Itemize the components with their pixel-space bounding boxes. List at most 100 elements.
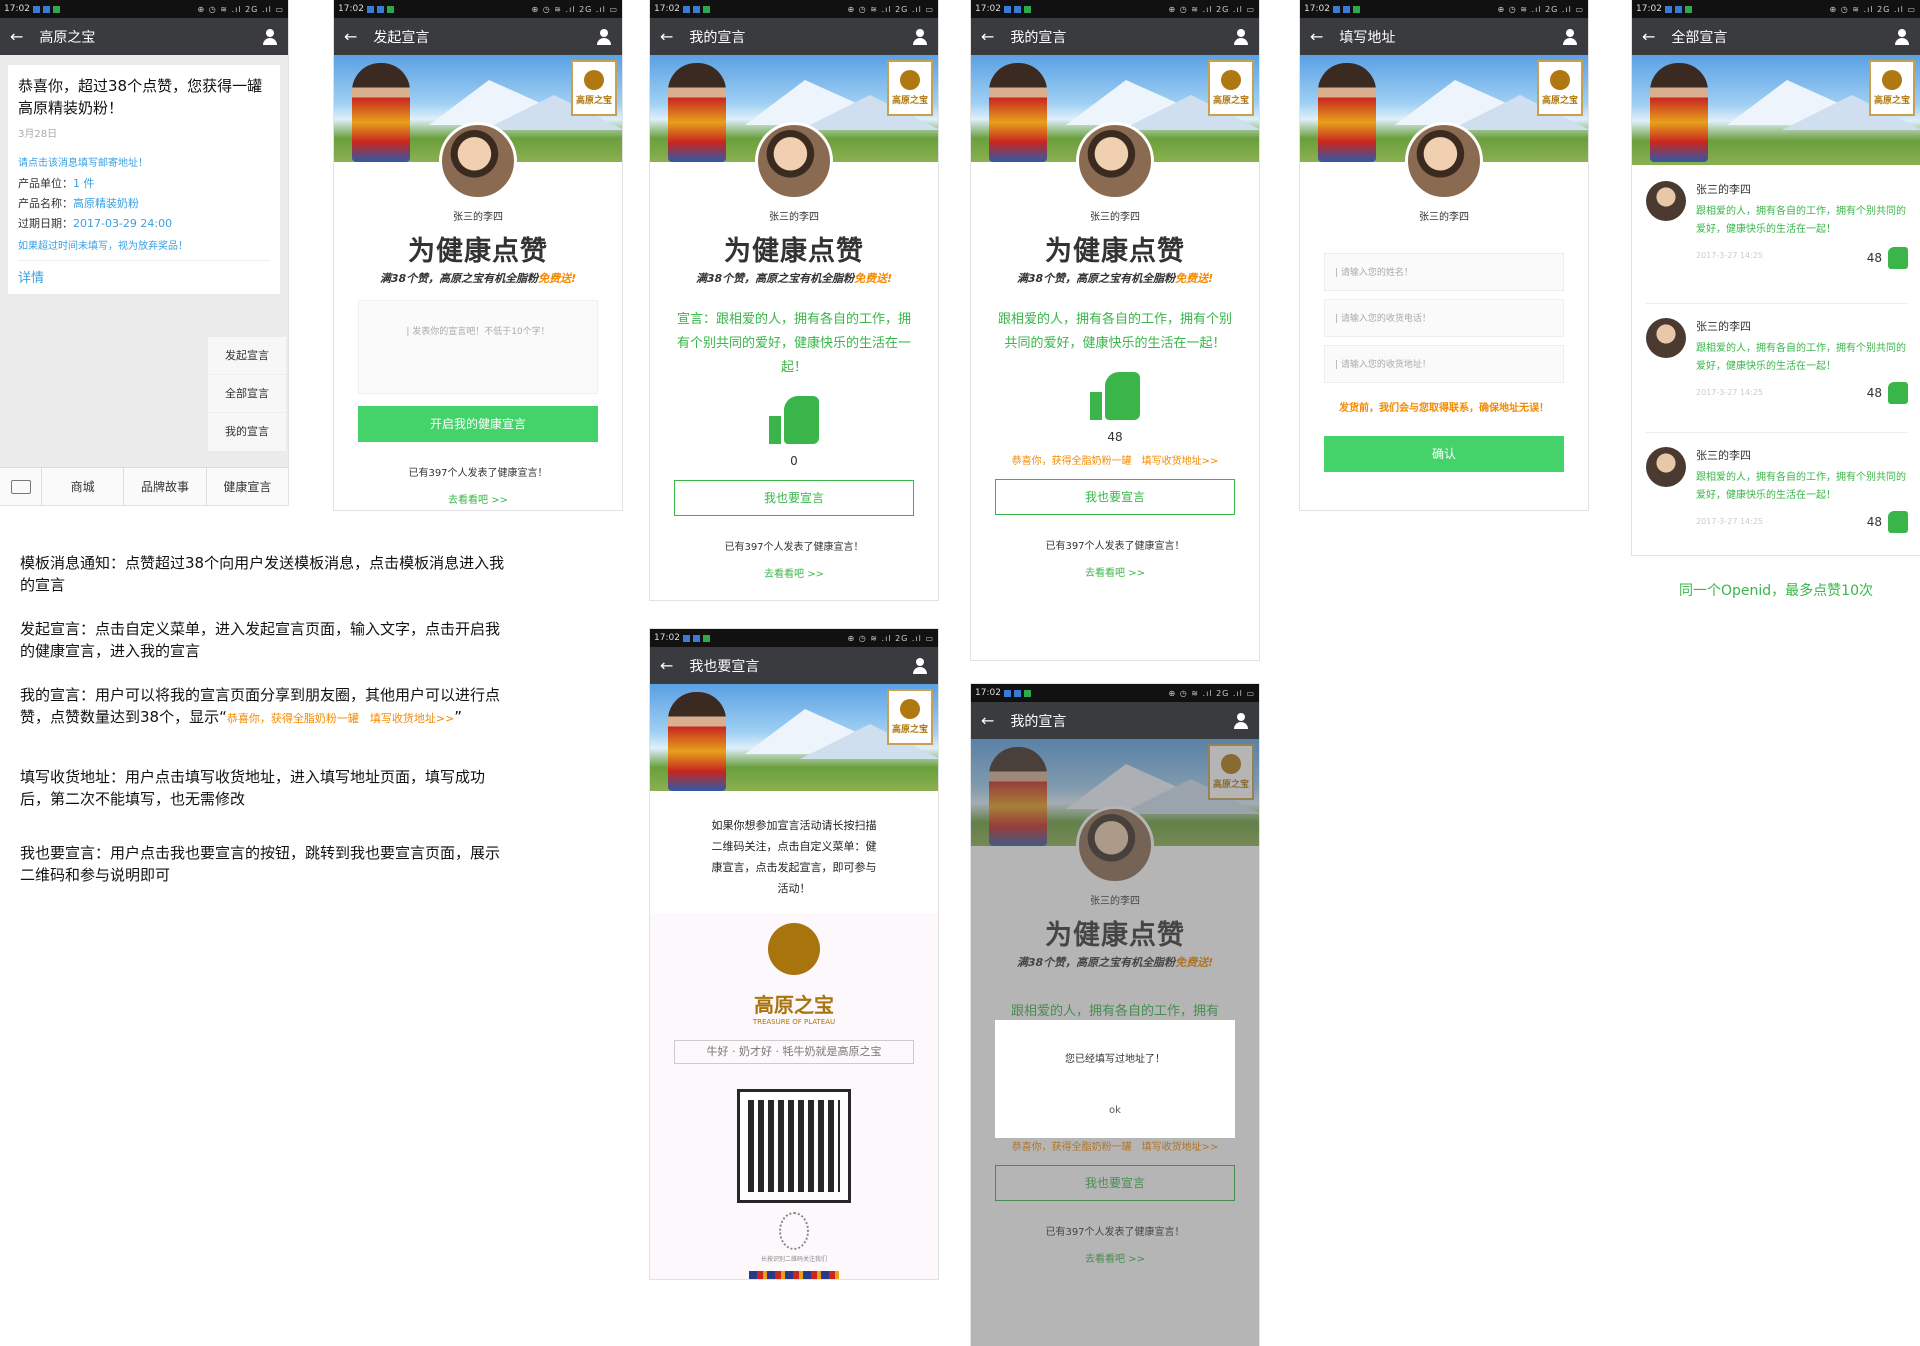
thumbs-up-icon[interactable] (1888, 511, 1908, 533)
user-icon[interactable] (912, 657, 928, 674)
page-title: 我也要宣言 (689, 658, 760, 675)
screen-my-declaration-dialog: 17:02 ⊕ ◷ ≋ .ıl 2G .ıl ▭ ← 我的宣言 高原之宝 张三的… (970, 683, 1260, 1346)
declaration-text: 宣言：跟相爱的人，拥有各自的工作，拥有个别共同的爱好，健康快乐的生活在一起！ (676, 312, 911, 375)
user-icon[interactable] (1894, 28, 1910, 45)
page-title: 填写地址 (1339, 29, 1396, 46)
user-icon[interactable] (1562, 28, 1578, 45)
user-icon[interactable] (1233, 712, 1249, 729)
name-input[interactable]: | 请输入您的姓名！ (1324, 253, 1564, 291)
fingerprint-icon (779, 1212, 809, 1250)
status-icons: ⊕ ◷ ≋ .ıl 2G .ıl ▭ (197, 4, 284, 14)
brand-logo: 高原之宝 (1537, 60, 1583, 116)
back-icon[interactable]: ← (660, 27, 673, 46)
me-too-button[interactable]: 我也要宣言 (674, 480, 914, 516)
status-time: 17:02 (654, 4, 680, 14)
item-like-count: 48 (1866, 386, 1882, 400)
detail-link[interactable]: 详情 (18, 271, 44, 286)
status-icons: ⊕ ◷ ≋ .ıl 2G .ıl ▭ (1168, 4, 1255, 14)
logo-text: 高原之宝 (891, 725, 928, 735)
list-item: 张三的李四 跟相爱的人，拥有各自的工作，拥有个别共同的爱好，健康快乐的生活在一起… (1646, 433, 1908, 555)
page-title: 发起宣言 (373, 29, 430, 46)
logo-text: 高原之宝 (1541, 96, 1578, 106)
screen-start-declaration: 17:02 ⊕ ◷ ≋ .ıl 2G .ıl ▭ ← 发起宣言 高原之宝 张三的… (333, 0, 623, 511)
declaration-placeholder: | 发表你的宣言吧！不低于10个字！ (406, 327, 550, 337)
qr-code[interactable] (737, 1089, 851, 1203)
message-card[interactable]: 恭喜你，超过38个点赞，您获得一罐高原精装奶粉！ 3月28日 请点击该消息填写邮… (8, 65, 280, 294)
submenu-item-start[interactable]: 发起宣言 (208, 337, 286, 375)
status-icons: ⊕ ◷ ≋ .ıl 2G .ıl ▭ (847, 4, 934, 14)
thumbs-up-icon[interactable] (1888, 247, 1908, 269)
confirm-button[interactable]: 确认 (1324, 436, 1564, 472)
status-bar: 17:02 ⊕ ◷ ≋ .ıl 2G .ıl ▭ (1632, 0, 1920, 18)
item-like[interactable]: 48 (1867, 247, 1908, 269)
sub-slogan: 满38个赞，高原之宝有机全脂粉免费送! (334, 270, 622, 286)
user-icon[interactable] (262, 28, 278, 45)
status-time: 17:02 (654, 633, 680, 643)
sub-slogan-free: 免费送! (1175, 272, 1214, 285)
back-icon[interactable]: ← (1310, 27, 1323, 46)
congrats-row: 恭喜你，获得全脂奶粉一罐 填写收货地址>> (971, 452, 1259, 467)
user-icon[interactable] (596, 28, 612, 45)
bottom-menu: 商城 品牌故事 健康宣言 (0, 467, 288, 505)
back-icon[interactable]: ← (344, 27, 357, 46)
fill-address-link[interactable]: 填写收货地址>> (1142, 456, 1219, 467)
item-like[interactable]: 48 (1867, 382, 1908, 404)
user-icon[interactable] (1233, 28, 1249, 45)
thumbs-up-icon[interactable] (1888, 382, 1908, 404)
look-link[interactable]: 去看看吧 >> (650, 565, 938, 580)
back-icon[interactable]: ← (1642, 27, 1655, 46)
page-title: 我的宣言 (1010, 29, 1067, 46)
unit-row: 产品单位：1 件 (18, 175, 270, 191)
brand-block: 高原之宝 TREASURE OF PLATEAU 牛好 · 奶才好 · 牦牛奶就… (650, 913, 938, 1279)
sub-slogan: 满38个赞，高原之宝有机全脂粉免费送! (971, 270, 1259, 286)
name-label: 产品名称： (18, 197, 73, 210)
instruction-text: 如果你想参加宣言活动请长按扫描二维码关注，点击自定义菜单：健康宣言，点击发起宣言… (711, 819, 877, 895)
titlebar: ← 高原之宝 (0, 18, 288, 55)
description-my-declaration-tail: ” (454, 708, 463, 726)
titlebar: ← 发起宣言 (334, 18, 622, 55)
menu-item-health-declaration[interactable]: 健康宣言 (207, 468, 288, 505)
status-bar: 17:02 ⊕ ◷ ≋ .ıl 2G .ıl ▭ (1300, 0, 1588, 18)
titlebar: ← 我的宣言 (650, 18, 938, 55)
titlebar: ← 我也要宣言 (650, 647, 938, 684)
alert-dialog: 您已经填写过地址了！ ok (995, 1020, 1235, 1138)
qr-caption: 长按识别二维码关注我们 (760, 1256, 827, 1263)
description-fill-address: 填写收货地址：用户点击填写收货地址，进入填写地址页面，填写成功后，第二次不能填写… (20, 768, 486, 808)
thumbs-up-icon[interactable] (769, 396, 819, 444)
sub-slogan: 满38个赞，高原之宝有机全脂粉免费送! (650, 270, 938, 286)
submenu-item-mine[interactable]: 我的宣言 (208, 413, 286, 451)
screen-me-too-declaration: 17:02 ⊕ ◷ ≋ .ıl 2G .ıl ▭ ← 我也要宣言 高原之宝 如果… (649, 628, 939, 1280)
screen-my-declaration-48: 17:02 ⊕ ◷ ≋ .ıl 2G .ıl ▭ ← 我的宣言 高原之宝 张三的… (970, 0, 1260, 661)
look-link[interactable]: 去看看吧 >> (334, 491, 622, 506)
back-icon[interactable]: ← (10, 27, 23, 46)
menu-item-mall[interactable]: 商城 (42, 468, 125, 505)
message-link[interactable]: 请点击该消息填写邮寄地址！ (18, 154, 270, 169)
status-icons: ⊕ ◷ ≋ .ıl 2G .ıl ▭ (1829, 4, 1916, 14)
address-input[interactable]: | 请输入您的收货地址！ (1324, 345, 1564, 383)
decorative-stripe (749, 1271, 839, 1279)
declaration-input[interactable]: | 发表你的宣言吧！不低于10个字！ (358, 300, 598, 394)
thumbs-up-icon[interactable] (1090, 372, 1140, 420)
me-too-button[interactable]: 我也要宣言 (995, 479, 1235, 515)
screen-my-declaration-zero: 17:02 ⊕ ◷ ≋ .ıl 2G .ıl ▭ ← 我的宣言 高原之宝 张三的… (649, 0, 939, 601)
phone-input[interactable]: | 请输入您的收货电话！ (1324, 299, 1564, 337)
avatar (1646, 181, 1686, 221)
slogan: 为健康点赞 (408, 236, 548, 267)
titlebar: ← 全部宣言 (1632, 18, 1920, 55)
start-declaration-button[interactable]: 开启我的健康宣言 (358, 406, 598, 442)
keyboard-icon[interactable] (0, 468, 42, 505)
back-icon[interactable]: ← (981, 711, 994, 730)
back-icon[interactable]: ← (660, 656, 673, 675)
logo-text: 高原之宝 (575, 96, 612, 106)
look-link[interactable]: 去看看吧 >> (971, 564, 1259, 579)
dialog-ok-button[interactable]: ok (995, 1105, 1235, 1116)
logo-text: 高原之宝 (1212, 96, 1249, 106)
menu-item-brand-story[interactable]: 品牌故事 (124, 468, 207, 505)
avatar (755, 122, 833, 200)
submenu-item-all[interactable]: 全部宣言 (208, 375, 286, 413)
status-bar: 17:02 ⊕ ◷ ≋ .ıl 2G .ıl ▭ (650, 0, 938, 18)
user-icon[interactable] (912, 28, 928, 45)
back-icon[interactable]: ← (981, 27, 994, 46)
avatar (1076, 122, 1154, 200)
item-like[interactable]: 48 (1867, 511, 1908, 533)
